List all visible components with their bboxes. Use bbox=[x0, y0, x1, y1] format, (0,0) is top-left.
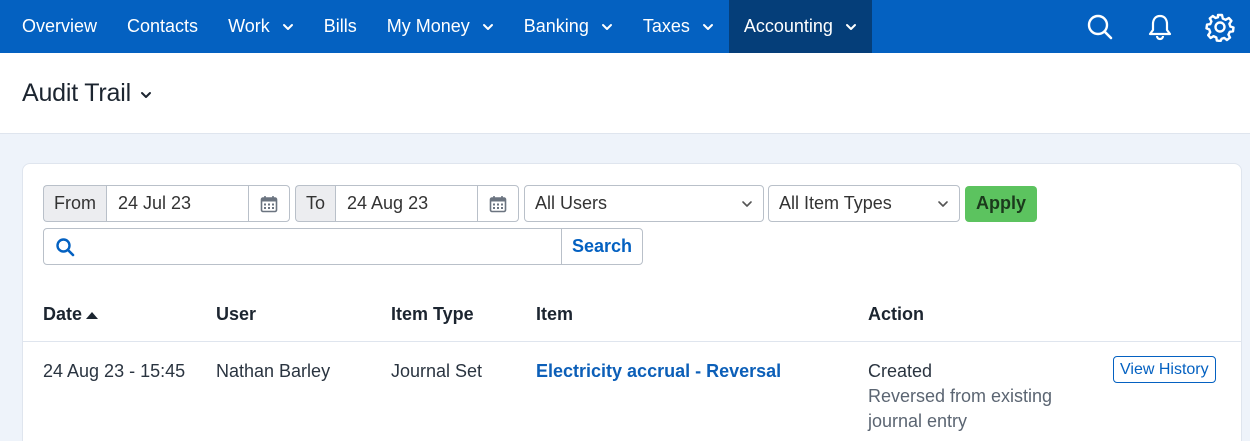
cell-user: Nathan Barley bbox=[216, 361, 331, 381]
cell-action: Created Reversed from existing journal e… bbox=[868, 359, 1052, 434]
table-row: 24 Aug 23 - 15:45 Nathan Barley Journal … bbox=[23, 343, 1241, 441]
filter-bar: From 24 Jul 23 To 24 Aug 23 All Users Al… bbox=[43, 185, 1038, 222]
to-calendar-button[interactable] bbox=[477, 185, 520, 222]
nav-item-bills[interactable]: Bills bbox=[309, 0, 372, 53]
gear-icon[interactable] bbox=[1190, 0, 1250, 53]
nav-item-overview[interactable]: Overview bbox=[0, 0, 112, 53]
cell-item-type: Journal Set bbox=[391, 361, 483, 381]
nav-item-label: Work bbox=[228, 16, 270, 36]
to-date-input[interactable]: 24 Aug 23 bbox=[335, 185, 478, 222]
calendar-icon bbox=[260, 195, 278, 212]
view-history-button[interactable]: View History bbox=[1113, 356, 1216, 383]
nav-item-work[interactable]: Work bbox=[213, 0, 309, 53]
cell-date: 24 Aug 23 - 15:45 bbox=[43, 361, 186, 381]
column-header-item-type: Item Type bbox=[391, 304, 474, 324]
column-header-item: Item bbox=[536, 304, 574, 324]
item-types-select[interactable]: All Item Types bbox=[768, 185, 961, 222]
audit-trail-card: From 24 Jul 23 To 24 Aug 23 All Users Al… bbox=[22, 163, 1242, 441]
column-header-user: User bbox=[216, 304, 257, 324]
action-detail-line-2: journal entry bbox=[868, 411, 968, 431]
nav-item-label: Overview bbox=[22, 16, 98, 36]
users-select[interactable]: All Users bbox=[524, 185, 765, 222]
nav-icons bbox=[1070, 0, 1250, 53]
chevron-down-icon bbox=[601, 23, 612, 30]
nav-item-my-money[interactable]: My Money bbox=[372, 0, 509, 53]
item-types-select-value: All Item Types bbox=[779, 193, 892, 213]
column-header-action: Action bbox=[868, 304, 924, 324]
nav-item-label: My Money bbox=[386, 16, 470, 36]
sort-ascending-icon bbox=[86, 311, 99, 319]
table-header: Date User Item Type Item Action bbox=[23, 292, 1241, 342]
top-nav: Overview Contacts Work Bills My Money Ba… bbox=[0, 0, 1250, 53]
chevron-down-icon bbox=[482, 23, 493, 30]
nav-item-label: Bills bbox=[323, 16, 357, 36]
chevron-down-icon bbox=[702, 23, 713, 30]
page-title: Audit Trail bbox=[22, 78, 131, 107]
column-header-label: Date bbox=[43, 304, 83, 324]
chevron-down-icon[interactable] bbox=[139, 88, 153, 102]
page-header: Audit Trail bbox=[0, 53, 1250, 134]
column-header-date[interactable]: Date bbox=[43, 304, 99, 325]
nav-item-label: Contacts bbox=[127, 16, 199, 36]
nav-item-label: Banking bbox=[523, 16, 589, 36]
action-detail-line-1: Reversed from existing bbox=[868, 386, 1053, 406]
search-icon[interactable] bbox=[1070, 0, 1130, 53]
chevron-down-icon bbox=[938, 200, 948, 207]
nav-item-taxes[interactable]: Taxes bbox=[628, 0, 729, 53]
chevron-down-icon bbox=[282, 23, 293, 30]
action-label: Created bbox=[868, 361, 933, 381]
nav-item-contacts[interactable]: Contacts bbox=[112, 0, 213, 53]
from-date-input[interactable]: 24 Jul 23 bbox=[106, 185, 248, 222]
chevron-down-icon bbox=[742, 200, 752, 207]
calendar-icon bbox=[489, 195, 507, 212]
nav-item-label: Accounting bbox=[743, 16, 833, 36]
search-icon bbox=[56, 237, 75, 256]
chevron-down-icon bbox=[845, 23, 856, 30]
users-select-value: All Users bbox=[535, 193, 608, 213]
apply-button[interactable]: Apply bbox=[965, 185, 1038, 222]
nav-item-banking[interactable]: Banking bbox=[509, 0, 628, 53]
cell-item-link[interactable]: Electricity accrual - Reversal bbox=[536, 359, 781, 384]
search-field bbox=[44, 229, 561, 264]
from-label: From bbox=[43, 185, 106, 222]
bell-icon[interactable] bbox=[1130, 0, 1190, 53]
from-calendar-button[interactable] bbox=[248, 185, 290, 222]
search-bar: Search bbox=[43, 228, 643, 265]
nav-item-accounting[interactable]: Accounting bbox=[728, 0, 872, 53]
search-button[interactable]: Search bbox=[561, 229, 642, 264]
search-input[interactable] bbox=[83, 237, 561, 256]
to-label: To bbox=[295, 185, 336, 222]
nav-item-label: Taxes bbox=[642, 16, 690, 36]
